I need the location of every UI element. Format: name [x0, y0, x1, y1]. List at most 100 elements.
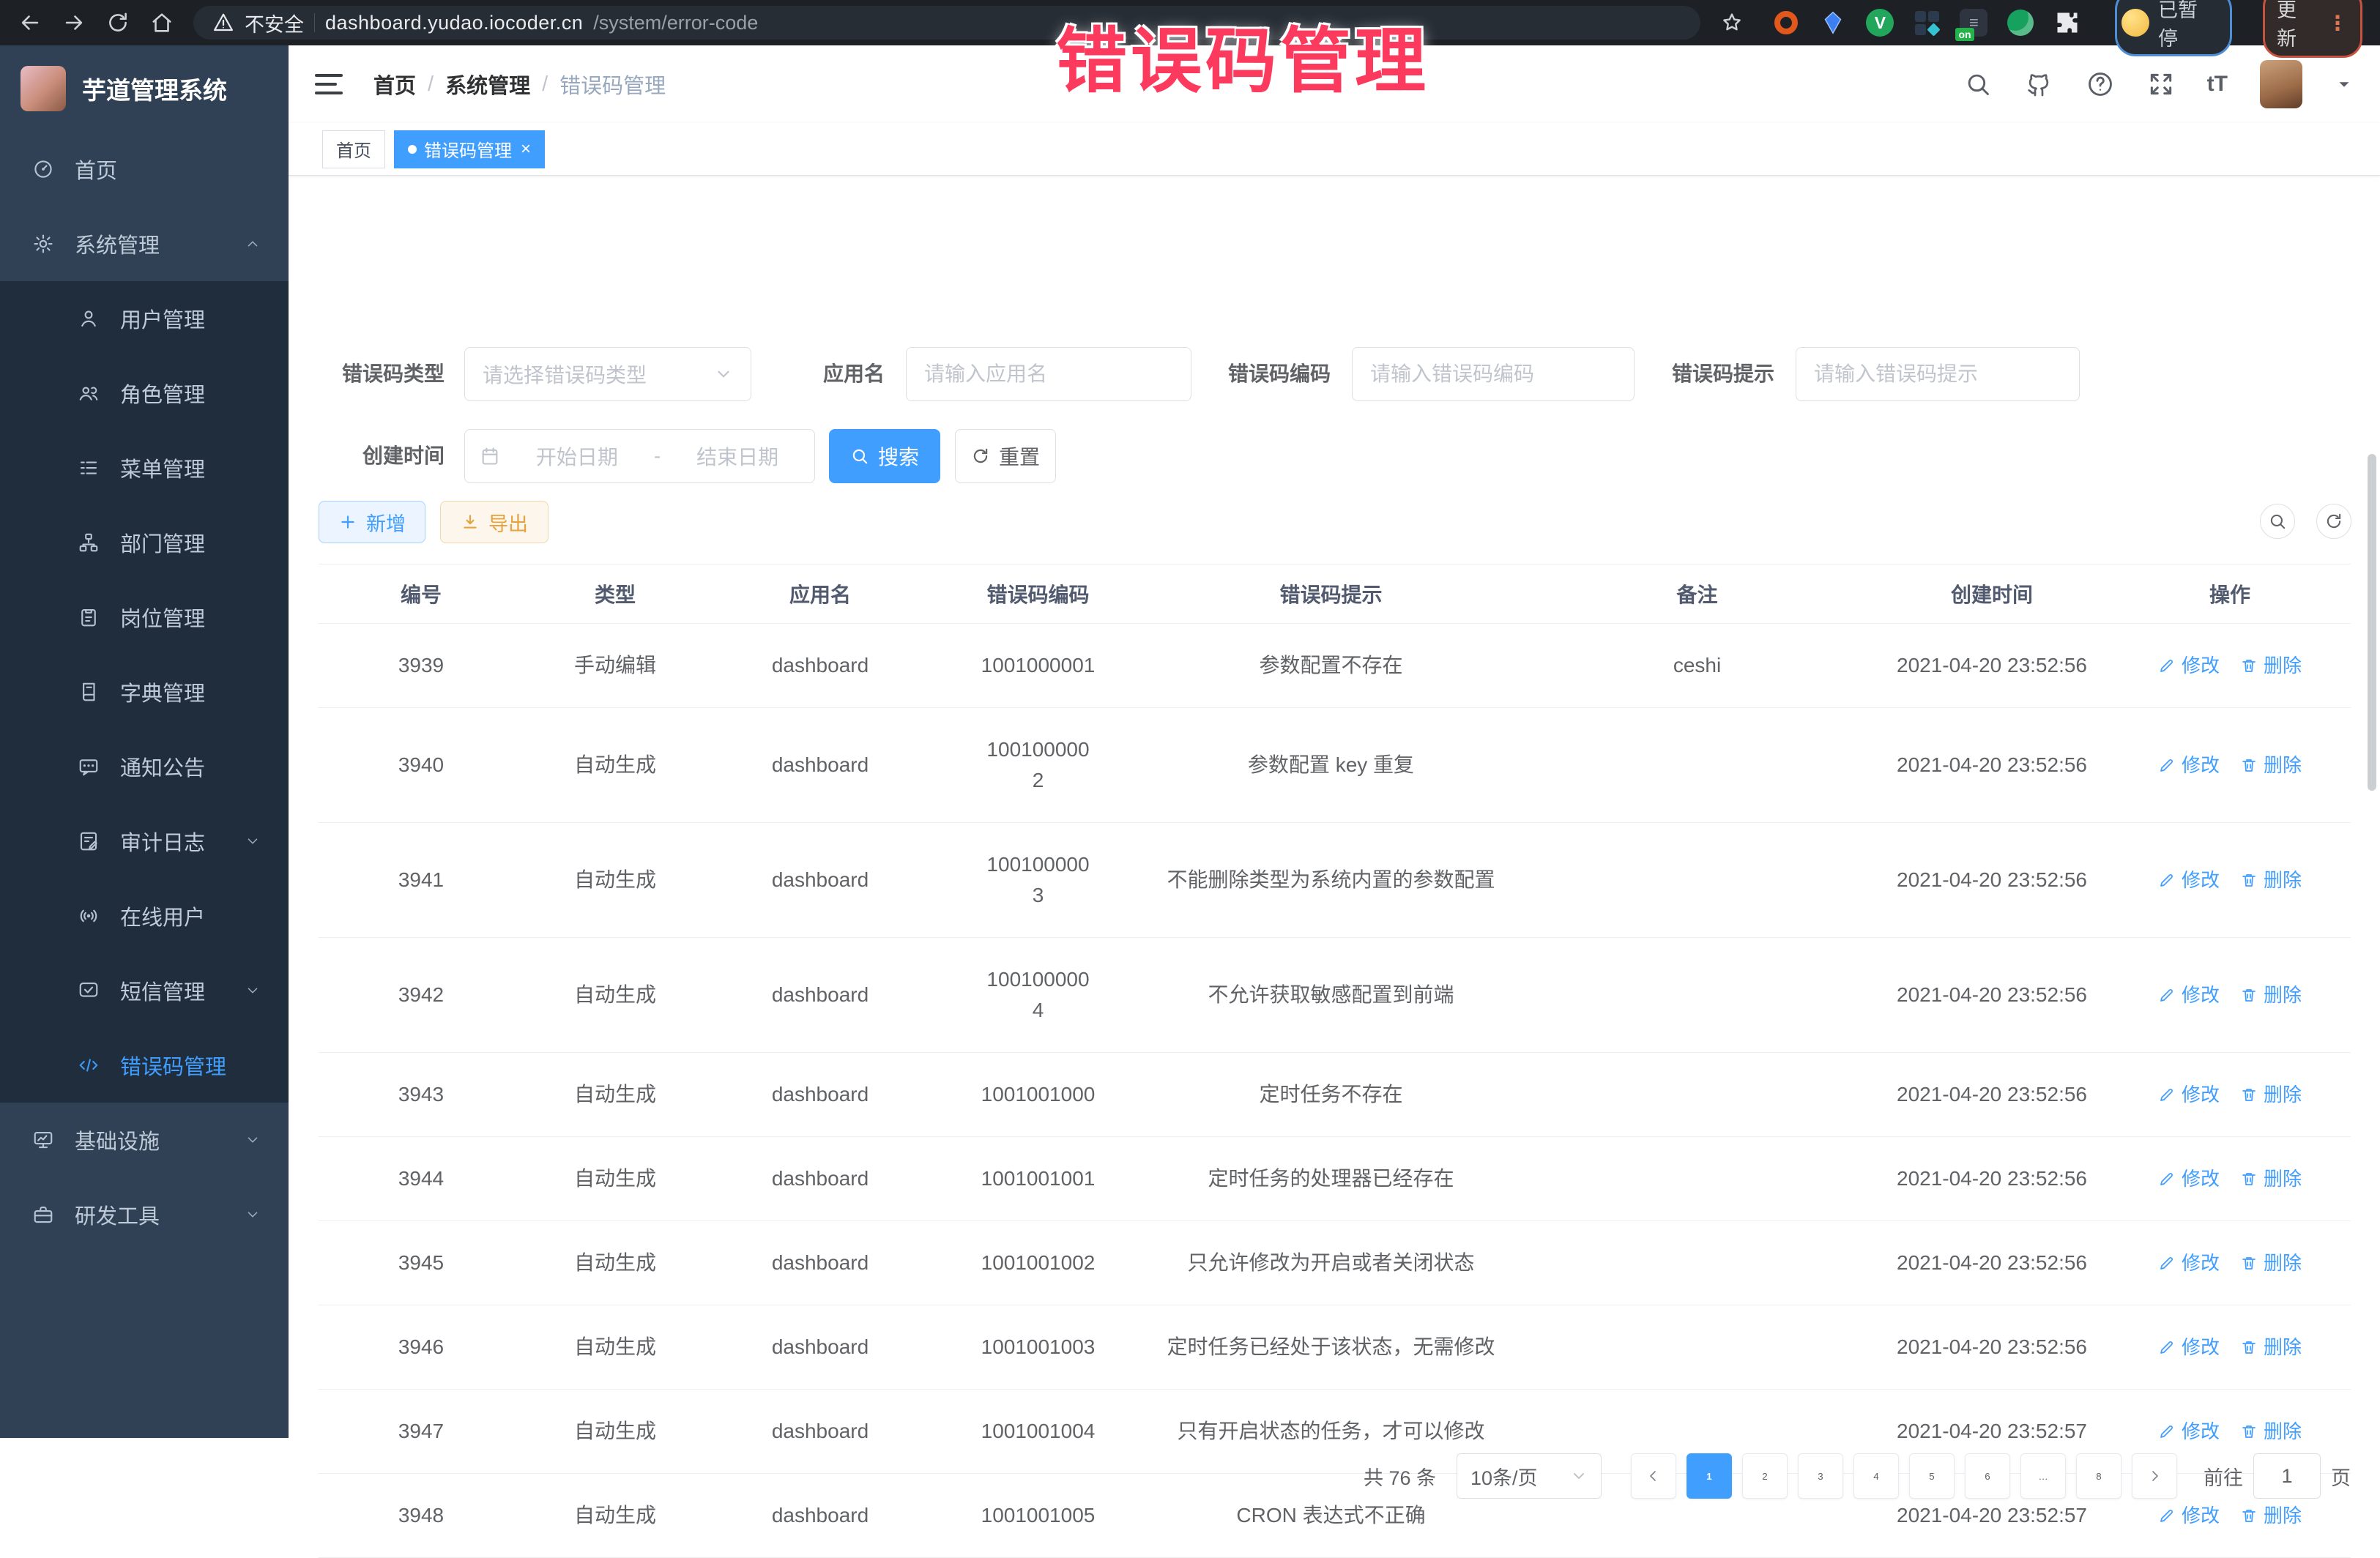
error-msg-input[interactable]	[1796, 347, 2080, 401]
delete-link[interactable]: 删除	[2240, 1079, 2302, 1110]
page-button-8[interactable]: 8	[2076, 1453, 2121, 1499]
edit-link[interactable]: 修改	[2158, 865, 2220, 895]
sidebar-item-infrastructure[interactable]: 基础设施	[0, 1103, 289, 1177]
address-bar[interactable]: 不安全 dashboard.yudao.iocoder.cn/system/er…	[193, 6, 1700, 40]
app-logo[interactable]: 芋道管理系统	[0, 45, 289, 132]
table-row[interactable]: 3940自动生成dashboard1001000002参数配置 key 重复20…	[319, 708, 2351, 823]
page-button-2[interactable]: 2	[1742, 1453, 1788, 1499]
caret-down-icon[interactable]	[2335, 75, 2354, 94]
help-icon[interactable]	[2086, 70, 2115, 99]
reload-icon[interactable]	[105, 10, 130, 35]
error-code-input[interactable]	[1352, 347, 1635, 401]
sidebar-item-audit-log[interactable]: 审计日志	[0, 804, 289, 879]
goto-page-input[interactable]	[2253, 1453, 2321, 1499]
breadcrumb-home[interactable]: 首页	[373, 69, 416, 100]
page-ellipsis[interactable]: …	[2020, 1453, 2066, 1499]
grammarly-icon[interactable]	[2005, 7, 2036, 38]
delete-link[interactable]: 删除	[2240, 1332, 2302, 1363]
sidebar-item-post-management[interactable]: 岗位管理	[0, 580, 289, 655]
forward-icon[interactable]	[62, 10, 86, 35]
ubuntu-icon[interactable]	[1771, 7, 1801, 38]
app-name-input[interactable]	[906, 347, 1191, 401]
page-button-6[interactable]: 6	[1965, 1453, 2010, 1499]
grid-icon[interactable]	[1911, 7, 1942, 38]
browser-update-button[interactable]: 更新 ⋮	[2263, 0, 2362, 58]
sidebar-item-dict-management[interactable]: 字典管理	[0, 655, 289, 729]
delete-link[interactable]: 删除	[2240, 650, 2302, 681]
delete-link[interactable]: 删除	[2240, 1500, 2302, 1531]
audit-icon	[78, 830, 100, 852]
browser-profile-button[interactable]: 已暂停	[2115, 0, 2232, 56]
edit-link[interactable]: 修改	[2158, 1500, 2220, 1531]
menu-dots-icon[interactable]: ⋮	[2327, 11, 2349, 35]
edit-link[interactable]: 修改	[2158, 1332, 2220, 1363]
next-page-button[interactable]	[2132, 1453, 2177, 1499]
close-icon[interactable]: ×	[521, 141, 531, 158]
home-icon[interactable]	[149, 10, 174, 35]
table-row[interactable]: 3939手动编辑dashboard1001000001参数配置不存在ceshi2…	[319, 624, 2351, 708]
error-type-select[interactable]: 请选择错误码类型	[464, 347, 751, 401]
export-button[interactable]: 导出	[440, 501, 548, 543]
table-row[interactable]: 3946自动生成dashboard1001001003定时任务已经处于该状态，无…	[319, 1305, 2351, 1390]
vue-devtools-icon[interactable]: V	[1864, 7, 1895, 38]
delete-link[interactable]: 删除	[2240, 750, 2302, 780]
page-button-1[interactable]: 1	[1687, 1453, 1732, 1499]
sidebar-item-role-management[interactable]: 角色管理	[0, 356, 289, 430]
table-row[interactable]: 3942自动生成dashboard1001000004不允许获取敏感配置到前端2…	[319, 938, 2351, 1053]
reset-button[interactable]: 重置	[955, 429, 1056, 483]
table-row[interactable]: 3944自动生成dashboard1001001001定时任务的处理器已经存在2…	[319, 1137, 2351, 1221]
delete-link[interactable]: 删除	[2240, 980, 2302, 1010]
delete-link[interactable]: 删除	[2240, 1416, 2302, 1447]
sidebar-item-user-management[interactable]: 用户管理	[0, 281, 289, 356]
sidebar-item-error-code-management[interactable]: 错误码管理	[0, 1028, 289, 1103]
user-avatar[interactable]	[2260, 60, 2302, 108]
github-icon[interactable]	[2024, 70, 2053, 99]
delete-link[interactable]: 删除	[2240, 865, 2302, 895]
page-scrollbar[interactable]	[2368, 454, 2376, 791]
sidebar-item-notice-announcement[interactable]: 通知公告	[0, 729, 289, 804]
breadcrumb-system[interactable]: 系统管理	[445, 69, 530, 100]
adblock-icon[interactable]: ≡on	[1958, 7, 1989, 38]
refresh-table-button[interactable]	[2316, 504, 2351, 539]
edit-link[interactable]: 修改	[2158, 1416, 2220, 1447]
gem-icon[interactable]	[1818, 7, 1848, 38]
delete-link[interactable]: 删除	[2240, 1163, 2302, 1194]
date-range-picker[interactable]: 开始日期 - 结束日期	[464, 429, 815, 483]
sidebar-item-system-management[interactable]: 系统管理	[0, 206, 289, 281]
hamburger-icon[interactable]	[315, 74, 343, 94]
bookmark-star-icon[interactable]	[1719, 10, 1744, 35]
security-warning-icon[interactable]	[212, 12, 234, 34]
edit-link[interactable]: 修改	[2158, 650, 2220, 681]
add-button[interactable]: 新增	[319, 501, 425, 543]
table-row[interactable]: 3945自动生成dashboard1001001002只允许修改为开启或者关闭状…	[319, 1221, 2351, 1305]
table-row[interactable]: 3941自动生成dashboard1001000003不能删除类型为系统内置的参…	[319, 823, 2351, 938]
fullscreen-icon[interactable]	[2147, 70, 2175, 98]
sidebar-item-home[interactable]: 首页	[0, 132, 289, 206]
page-button-4[interactable]: 4	[1853, 1453, 1899, 1499]
cell-type: 手动编辑	[524, 624, 707, 707]
search-button[interactable]: 搜索	[829, 429, 940, 483]
page-button-5[interactable]: 5	[1909, 1453, 1955, 1499]
previous-page-button[interactable]	[1631, 1453, 1676, 1499]
sidebar-item-menu-management[interactable]: 菜单管理	[0, 430, 289, 505]
tab-error-code[interactable]: 错误码管理 ×	[394, 130, 545, 168]
sidebar-item-dept-management[interactable]: 部门管理	[0, 505, 289, 580]
page-button-3[interactable]: 3	[1798, 1453, 1843, 1499]
edit-link[interactable]: 修改	[2158, 1079, 2220, 1110]
show-search-toggle-button[interactable]	[2260, 504, 2295, 539]
sidebar-item-dev-tools[interactable]: 研发工具	[0, 1177, 289, 1252]
delete-link[interactable]: 删除	[2240, 1248, 2302, 1278]
font-size-icon[interactable]: tT	[2207, 72, 2228, 97]
puzzle-icon[interactable]	[2052, 7, 2083, 38]
edit-link[interactable]: 修改	[2158, 980, 2220, 1010]
search-icon[interactable]	[1964, 70, 1992, 98]
sidebar-item-online-users[interactable]: 在线用户	[0, 879, 289, 953]
edit-link[interactable]: 修改	[2158, 750, 2220, 780]
tab-home[interactable]: 首页	[322, 130, 385, 168]
table-row[interactable]: 3943自动生成dashboard1001001000定时任务不存在2021-0…	[319, 1053, 2351, 1137]
sidebar-item-sms-management[interactable]: 短信管理	[0, 953, 289, 1028]
page-size-select[interactable]: 10条/页	[1457, 1453, 1602, 1499]
edit-link[interactable]: 修改	[2158, 1248, 2220, 1278]
back-icon[interactable]	[18, 10, 42, 35]
edit-link[interactable]: 修改	[2158, 1163, 2220, 1194]
